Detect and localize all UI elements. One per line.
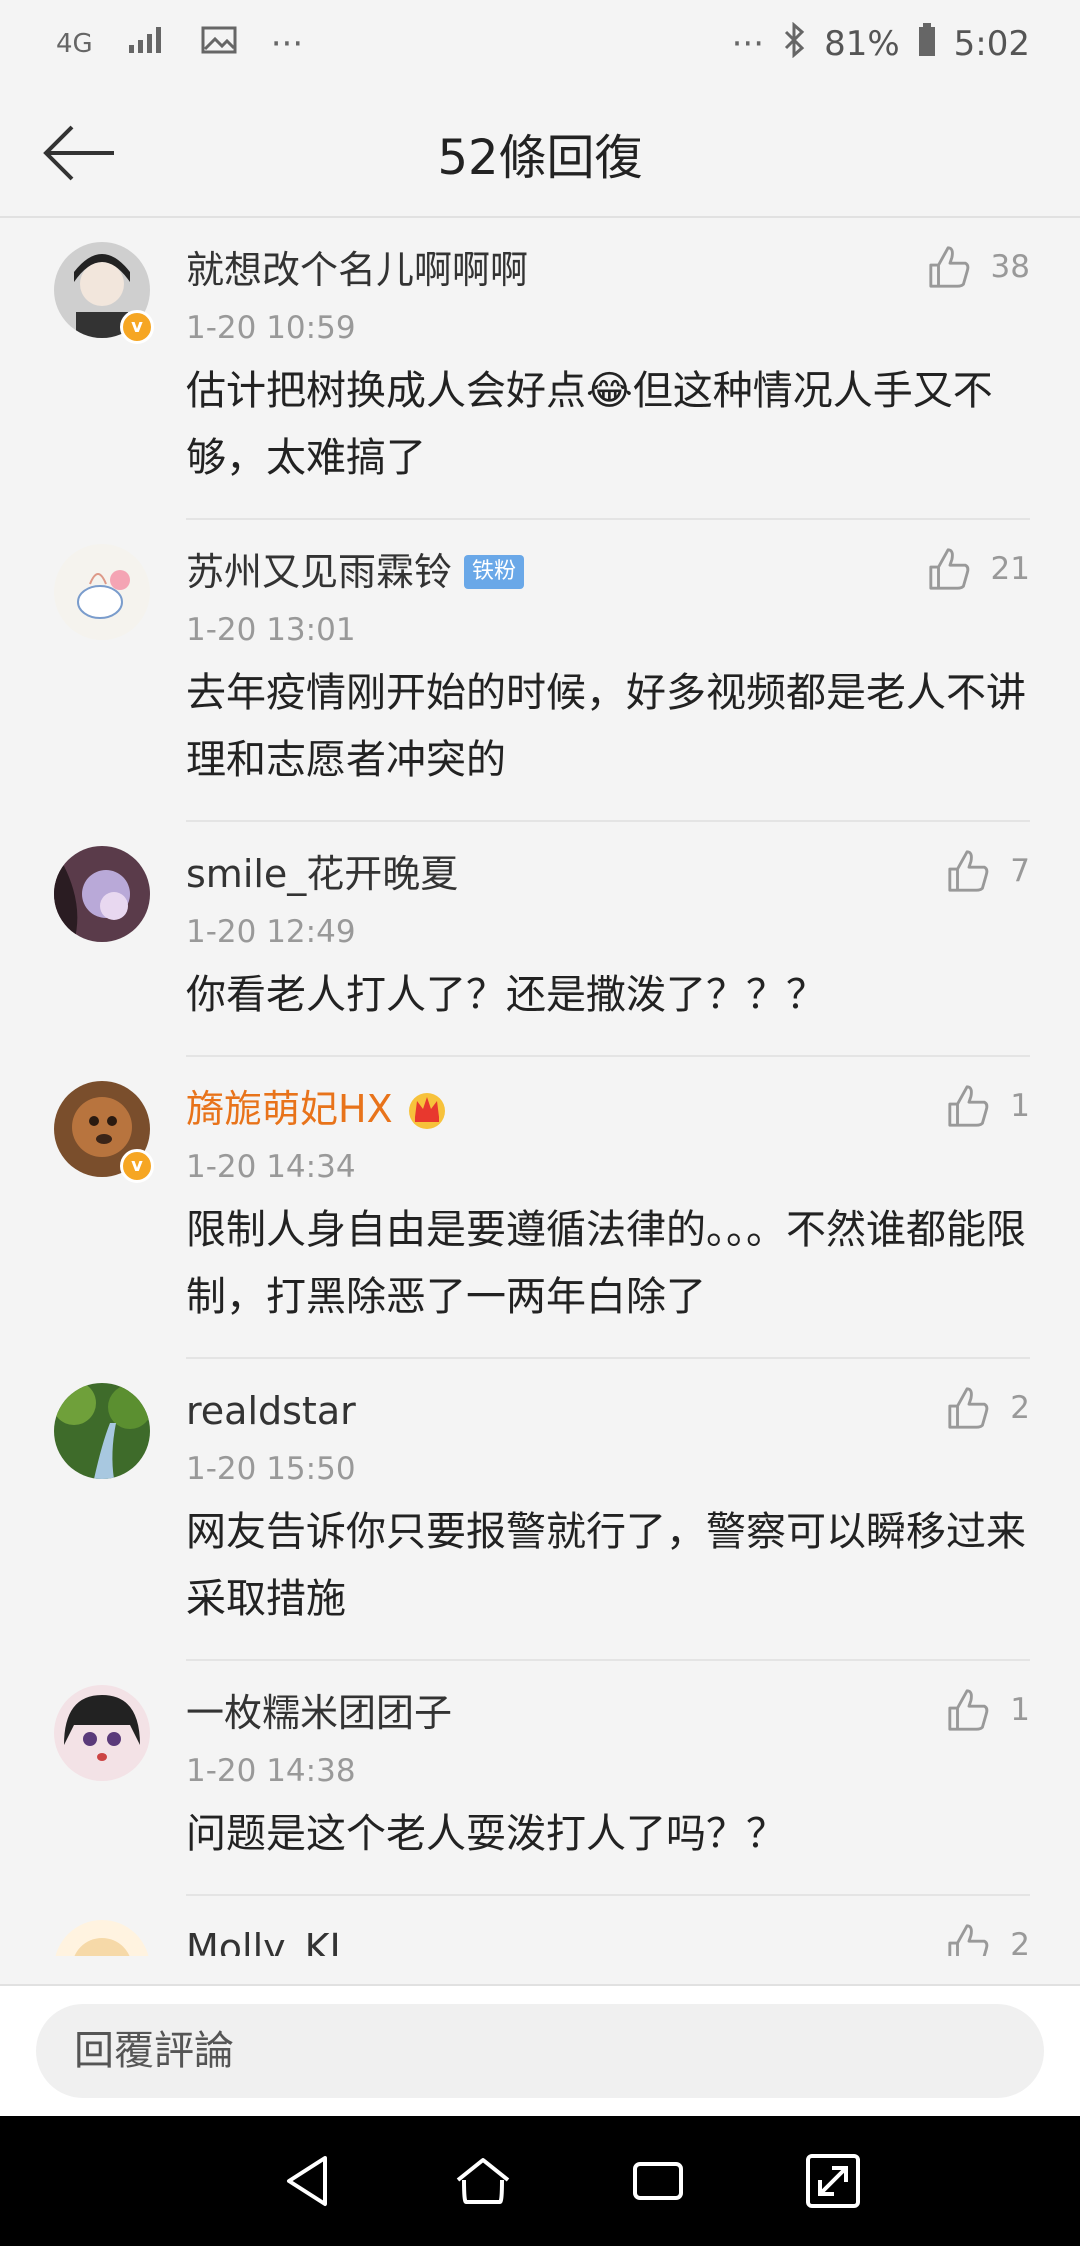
comment-author-row: 旖旎萌妃HX xyxy=(186,1057,1030,1135)
page-title: 52條回復 xyxy=(437,130,643,186)
thumbs-up-icon xyxy=(948,1085,989,1127)
comment-author[interactable]: 苏州又见雨霖铃 xyxy=(186,546,452,598)
avatar[interactable] xyxy=(54,544,150,640)
like-count: 7 xyxy=(1010,853,1030,889)
clock: 5:02 xyxy=(953,24,1030,64)
status-bar: 4G ··· ··· 81% 5:02 xyxy=(0,0,1080,88)
comment-author[interactable]: smile_花开晚夏 xyxy=(186,822,1030,900)
thumbs-up-icon xyxy=(948,1387,989,1429)
avatar[interactable] xyxy=(54,1920,150,1956)
comment-time: 1-20 13:01 xyxy=(186,612,356,648)
reply-bar: 回覆評論 xyxy=(0,1984,1080,2116)
comment-author-row: 苏州又见雨霖铃 铁粉 xyxy=(186,520,1030,598)
comment-time: 1-20 14:38 xyxy=(186,1753,356,1789)
battery-percent: 81% xyxy=(824,24,900,64)
like-button[interactable]: 1 xyxy=(946,1083,1030,1129)
comment-item: v 旖旎萌妃HX 1-20 14:34 限制人身自由是要遵循法律的。。。不然谁都… xyxy=(0,1057,1080,1359)
thumbs-up-icon xyxy=(928,246,969,288)
system-nav-bar xyxy=(0,2116,1080,2246)
thumbs-up-icon xyxy=(948,850,989,892)
more-notifications-icon: ··· xyxy=(270,24,304,64)
avatar[interactable] xyxy=(54,1685,150,1781)
comment-author[interactable]: 就想改个名儿啊啊啊 xyxy=(186,218,1030,296)
like-count: 21 xyxy=(990,551,1030,587)
header: 52條回復 xyxy=(0,88,1080,218)
like-count: 2 xyxy=(1010,1390,1030,1426)
comment-text: 估计把树换成人会好点😂但这种情况人手又不够，太难搞了 xyxy=(186,358,1030,520)
nav-recents-icon[interactable] xyxy=(627,2150,689,2212)
nav-back-icon[interactable] xyxy=(277,2150,339,2212)
like-count: 38 xyxy=(990,249,1030,285)
comment-text: 网友告诉你只要报警就行了，警察可以瞬移过来采取措施 xyxy=(186,1499,1030,1661)
comment-item: realdstar 1-20 15:50 网友告诉你只要报警就行了，警察可以瞬移… xyxy=(0,1359,1080,1661)
battery-icon xyxy=(918,22,936,66)
comment-author[interactable]: Molly_KJ xyxy=(186,1896,1030,1956)
comment-item: 苏州又见雨霖铃 铁粉 1-20 13:01 去年疫情刚开始的时候，好多视频都是老… xyxy=(0,520,1080,822)
comment-text: 限制人身自由是要遵循法律的。。。不然谁都能限制，打黑除恶了一两年白除了 xyxy=(186,1197,1030,1359)
comment-author[interactable]: realdstar xyxy=(186,1359,1030,1437)
more-indicators-icon: ··· xyxy=(731,24,765,64)
comment-item: Molly_KJ 2 xyxy=(0,1896,1080,1956)
like-button[interactable]: 21 xyxy=(927,546,1030,592)
avatar[interactable] xyxy=(54,1383,150,1479)
thumbs-up-icon xyxy=(928,548,969,590)
verified-badge-icon: v xyxy=(120,1149,154,1183)
comment-author[interactable]: 一枚糯米团团子 xyxy=(186,1661,1030,1739)
signal-icon xyxy=(127,24,167,64)
comment-item: v 就想改个名儿啊啊啊 1-20 10:59 估计把树换成人会好点😂但这种情况人… xyxy=(0,218,1080,520)
comment-text: 你看老人打人了？还是撒泼了？？？ xyxy=(186,962,1030,1057)
comment-item: 一枚糯米团团子 1-20 14:38 问题是这个老人耍泼打人了吗？？ 1 xyxy=(0,1661,1080,1896)
like-button[interactable]: 1 xyxy=(946,1687,1030,1733)
fan-badge: 铁粉 xyxy=(464,555,525,589)
nav-expand-icon[interactable] xyxy=(802,2150,864,2212)
bluetooth-icon xyxy=(782,21,806,67)
crown-member-icon xyxy=(408,1093,445,1129)
verified-badge-icon: v xyxy=(120,310,154,344)
like-button[interactable]: 38 xyxy=(927,244,1030,290)
comment-text: 问题是这个老人耍泼打人了吗？？ xyxy=(186,1801,1030,1896)
comment-time: 1-20 14:34 xyxy=(186,1149,356,1185)
network-4g-icon: 4G xyxy=(56,29,93,59)
like-count: 1 xyxy=(1010,1088,1030,1124)
comment-text: 去年疫情刚开始的时候，好多视频都是老人不讲理和志愿者冲突的 xyxy=(186,660,1030,822)
comment-time: 1-20 12:49 xyxy=(186,914,356,950)
avatar[interactable] xyxy=(54,846,150,942)
nav-home-icon[interactable] xyxy=(452,2150,514,2212)
image-icon xyxy=(201,24,237,64)
like-button[interactable]: 2 xyxy=(946,1385,1030,1431)
comment-time: 1-20 15:50 xyxy=(186,1451,356,1487)
like-button[interactable]: 7 xyxy=(946,848,1030,894)
reply-input[interactable]: 回覆評論 xyxy=(36,2004,1044,2098)
like-button[interactable]: 2 xyxy=(946,1922,1030,1956)
like-count: 1 xyxy=(1010,1692,1030,1728)
thumbs-up-icon xyxy=(948,1689,989,1731)
like-count: 2 xyxy=(1010,1927,1030,1956)
comment-time: 1-20 10:59 xyxy=(186,310,356,346)
comment-list[interactable]: v 就想改个名儿啊啊啊 1-20 10:59 估计把树换成人会好点😂但这种情况人… xyxy=(0,218,1080,1984)
comment-item: smile_花开晚夏 1-20 12:49 你看老人打人了？还是撒泼了？？？ 7 xyxy=(0,822,1080,1057)
comment-author[interactable]: 旖旎萌妃HX xyxy=(186,1083,393,1135)
thumbs-up-icon xyxy=(948,1924,989,1956)
